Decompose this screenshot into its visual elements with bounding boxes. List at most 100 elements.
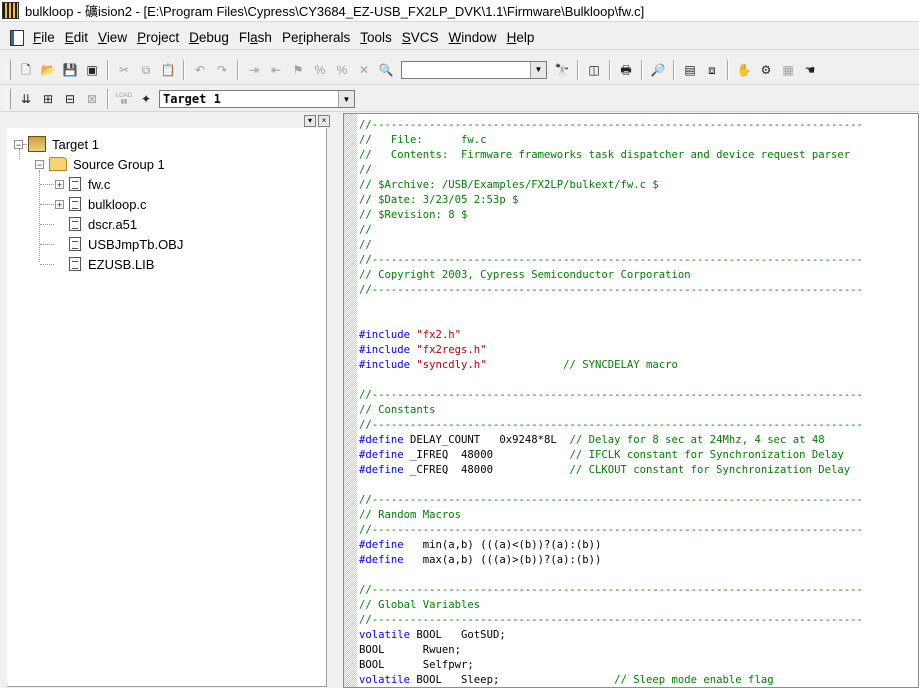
code-line[interactable]: // — [359, 238, 918, 253]
tree-node-file[interactable]: + bulkloop.c — [55, 194, 147, 214]
collapse-icon[interactable]: − — [35, 159, 44, 169]
code-line[interactable]: #define _IFREQ 48000 // IFCLK constant f… — [359, 448, 918, 463]
code-line[interactable] — [359, 478, 918, 493]
code-line[interactable]: //--------------------------------------… — [359, 493, 918, 508]
code-line[interactable]: #define DELAY_COUNT 0x9248*8L // Delay f… — [359, 433, 918, 448]
tree-node-file[interactable]: dscr.a51 — [69, 214, 137, 234]
code-editor[interactable]: //--------------------------------------… — [343, 113, 919, 688]
find-combo[interactable]: ▼ — [401, 60, 547, 79]
cut-icon[interactable]: ✂ — [114, 60, 134, 80]
code-line[interactable]: //--------------------------------------… — [359, 613, 918, 628]
prev-bookmark-icon[interactable]: % — [332, 60, 352, 80]
pane-splitter[interactable] — [333, 113, 343, 688]
hand2-icon[interactable]: ☚ — [800, 60, 820, 80]
toolbar-grip[interactable] — [6, 89, 11, 109]
menu-item[interactable]: Help — [502, 30, 540, 45]
code-line[interactable] — [359, 298, 918, 313]
code-text[interactable]: //--------------------------------------… — [359, 118, 918, 687]
redo-icon[interactable]: ↷ — [212, 60, 232, 80]
code-line[interactable]: BOOL Rwuen; — [359, 643, 918, 658]
hand-icon[interactable]: ✋ — [734, 60, 754, 80]
save-all-icon[interactable]: ▣ — [82, 60, 102, 80]
code-line[interactable]: //--------------------------------------… — [359, 583, 918, 598]
code-line[interactable]: // $Archive: /USB/Examples/FX2LP/bulkext… — [359, 178, 918, 193]
toolbar-grip[interactable] — [6, 59, 11, 80]
code-line[interactable]: //--------------------------------------… — [359, 283, 918, 298]
open-folder-icon[interactable]: 📂 — [38, 60, 58, 80]
code-line[interactable]: //--------------------------------------… — [359, 418, 918, 433]
zoom-icon[interactable]: 🔎 — [648, 60, 668, 80]
code-line[interactable]: #define _CFREQ 48000 // CLKOUT constant … — [359, 463, 918, 478]
menu-item[interactable]: Window — [444, 30, 502, 45]
print-icon[interactable]: 🖶 — [616, 60, 636, 80]
tree-node-target[interactable]: − Target 1 — [14, 134, 99, 154]
outdent-icon[interactable]: ⇤ — [266, 60, 286, 80]
paste-icon[interactable]: 📋 — [158, 60, 178, 80]
tree-node-file[interactable]: EZUSB.LIB — [69, 254, 154, 274]
new-file-icon[interactable]: 🗋 — [16, 60, 36, 80]
code-line[interactable]: //--------------------------------------… — [359, 388, 918, 403]
menu-item[interactable]: View — [93, 30, 132, 45]
menu-item[interactable]: Project — [132, 30, 184, 45]
menu-item[interactable]: SVCS — [397, 30, 444, 45]
stop-icon[interactable]: ▦ — [778, 60, 798, 80]
undo-icon[interactable]: ↶ — [190, 60, 210, 80]
code-line[interactable]: // File: fw.c — [359, 133, 918, 148]
save-icon[interactable]: 💾 — [60, 60, 80, 80]
code-line[interactable]: volatile BOOL Sleep; // Sleep mode enabl… — [359, 673, 918, 687]
pane-menu-icon[interactable]: ▾ — [304, 115, 316, 127]
rebuild-icon[interactable]: ⊟ — [60, 89, 80, 109]
code-line[interactable]: //--------------------------------------… — [359, 253, 918, 268]
code-line[interactable]: //--------------------------------------… — [359, 118, 918, 133]
file-label[interactable]: USBJmpTb.OBJ — [88, 237, 183, 252]
code-line[interactable]: volatile BOOL GotSUD; — [359, 628, 918, 643]
code-line[interactable]: // $Date: 3/23/05 2:53p $ — [359, 193, 918, 208]
debug-view-icon[interactable]: ◫ — [584, 60, 604, 80]
group-label[interactable]: Source Group 1 — [73, 157, 165, 172]
code-line[interactable]: // Global Variables — [359, 598, 918, 613]
find-icon[interactable]: 🔭 — [552, 60, 572, 80]
code-line[interactable]: // Constants — [359, 403, 918, 418]
build-icon[interactable]: ⊞ — [38, 89, 58, 109]
chevron-down-icon[interactable]: ▼ — [338, 91, 354, 107]
code-line[interactable]: // Random Macros — [359, 508, 918, 523]
menu-item[interactable]: Tools — [355, 30, 397, 45]
code-line[interactable] — [359, 568, 918, 583]
code-line[interactable]: // — [359, 163, 918, 178]
editor-gutter[interactable] — [344, 114, 357, 687]
browse-icon[interactable]: ⧈ — [702, 60, 722, 80]
options-icon[interactable]: ✦ — [136, 89, 156, 109]
tree-node-file[interactable]: USBJmpTb.OBJ — [69, 234, 183, 254]
expand-icon[interactable]: + — [55, 179, 64, 189]
chevron-down-icon[interactable]: ▼ — [530, 61, 546, 78]
next-bookmark-icon[interactable]: % — [310, 60, 330, 80]
clear-bookmarks-icon[interactable]: ✕ — [354, 60, 374, 80]
file-label[interactable]: bulkloop.c — [88, 197, 147, 212]
menu-item[interactable]: Edit — [60, 30, 93, 45]
code-line[interactable]: BOOL Selfpwr; — [359, 658, 918, 673]
code-line[interactable]: #define max(a,b) (((a)>(b))?(a):(b)) — [359, 553, 918, 568]
tree-node-group[interactable]: − Source Group 1 — [35, 154, 165, 174]
tree-node-file[interactable]: + fw.c — [55, 174, 110, 194]
code-line[interactable]: // Copyright 2003, Cypress Semiconductor… — [359, 268, 918, 283]
uvision-app-icon[interactable] — [2, 2, 19, 19]
stop-build-icon[interactable]: ⊠ — [82, 89, 102, 109]
translate-icon[interactable]: ⇊ — [16, 89, 36, 109]
target-label[interactable]: Target 1 — [52, 137, 99, 152]
download-icon[interactable]: LOAD ▮▮ — [114, 89, 134, 109]
document-menu-icon[interactable] — [10, 29, 24, 46]
code-line[interactable]: #define min(a,b) (((a)<(b))?(a):(b)) — [359, 538, 918, 553]
window-icon[interactable]: ▤ — [680, 60, 700, 80]
copy-icon[interactable]: ⧉ — [136, 60, 156, 80]
toggle-bookmark-icon[interactable]: ⚑ — [288, 60, 308, 80]
menu-item[interactable]: Flash — [234, 30, 277, 45]
code-line[interactable]: #include "fx2regs.h" — [359, 343, 918, 358]
code-line[interactable]: // Contents: Firmware frameworks task di… — [359, 148, 918, 163]
code-line[interactable] — [359, 373, 918, 388]
file-label[interactable]: dscr.a51 — [88, 217, 137, 232]
target-select-value[interactable]: Target 1 — [160, 91, 338, 107]
pane-close-icon[interactable]: × — [318, 115, 330, 127]
file-label[interactable]: fw.c — [88, 177, 110, 192]
code-line[interactable] — [359, 313, 918, 328]
code-line[interactable]: #include "syncdly.h" // SYNCDELAY macro — [359, 358, 918, 373]
